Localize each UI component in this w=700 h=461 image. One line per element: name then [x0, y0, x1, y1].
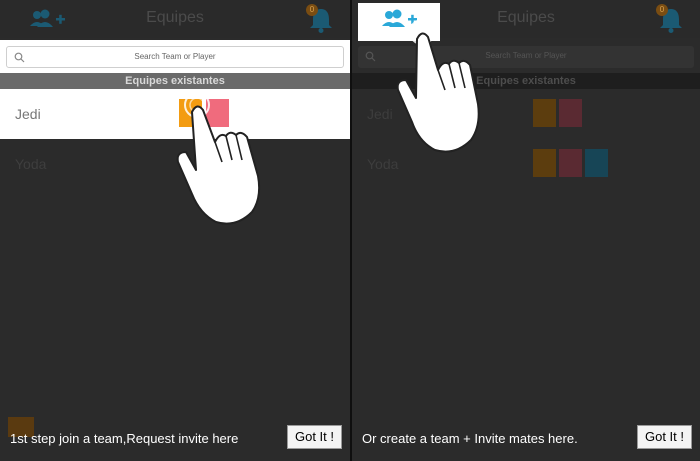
team-name: Jedi	[15, 106, 41, 122]
team-name: Yoda	[15, 156, 47, 172]
notification-badge: 0	[656, 4, 668, 16]
member-avatar	[559, 99, 582, 127]
search-bar: Search Team or Player	[0, 40, 350, 74]
search-input[interactable]: Search Team or Player	[6, 46, 344, 68]
got-it-button[interactable]: Got It !	[286, 425, 342, 449]
tutorial-tip: 1st step join a team,Request invite here	[10, 431, 239, 446]
section-header: Equipes existantes	[0, 73, 350, 89]
screen-title: Equipes	[146, 9, 204, 26]
search-placeholder: Search Team or Player	[134, 52, 216, 61]
tutorial-bar: Or create a team + Invite mates here. Go…	[352, 421, 700, 461]
tutorial-panel-create-team: Equipes 0 Search Team or Player Equipes …	[352, 0, 700, 461]
tutorial-panel-join-team: Equipes 0 Search Team or Player Equipes …	[0, 0, 350, 461]
tutorial-bar: 1st step join a team,Request invite here…	[0, 417, 350, 461]
got-it-button[interactable]: Got It !	[636, 425, 692, 449]
team-name: Jedi	[367, 106, 393, 122]
member-avatar	[585, 149, 608, 177]
top-bar: Equipes 0	[0, 0, 350, 38]
hand-pointer-icon	[396, 19, 480, 153]
member-avatar	[533, 99, 556, 127]
tutorial-tip: Or create a team + Invite mates here.	[362, 431, 578, 446]
notification-badge: 0	[306, 4, 318, 16]
notifications-button[interactable]: 0	[306, 4, 334, 34]
member-avatar	[533, 149, 556, 177]
notifications-button[interactable]: 0	[656, 4, 684, 34]
hand-pointer-icon	[176, 92, 261, 225]
member-avatar	[559, 149, 582, 177]
